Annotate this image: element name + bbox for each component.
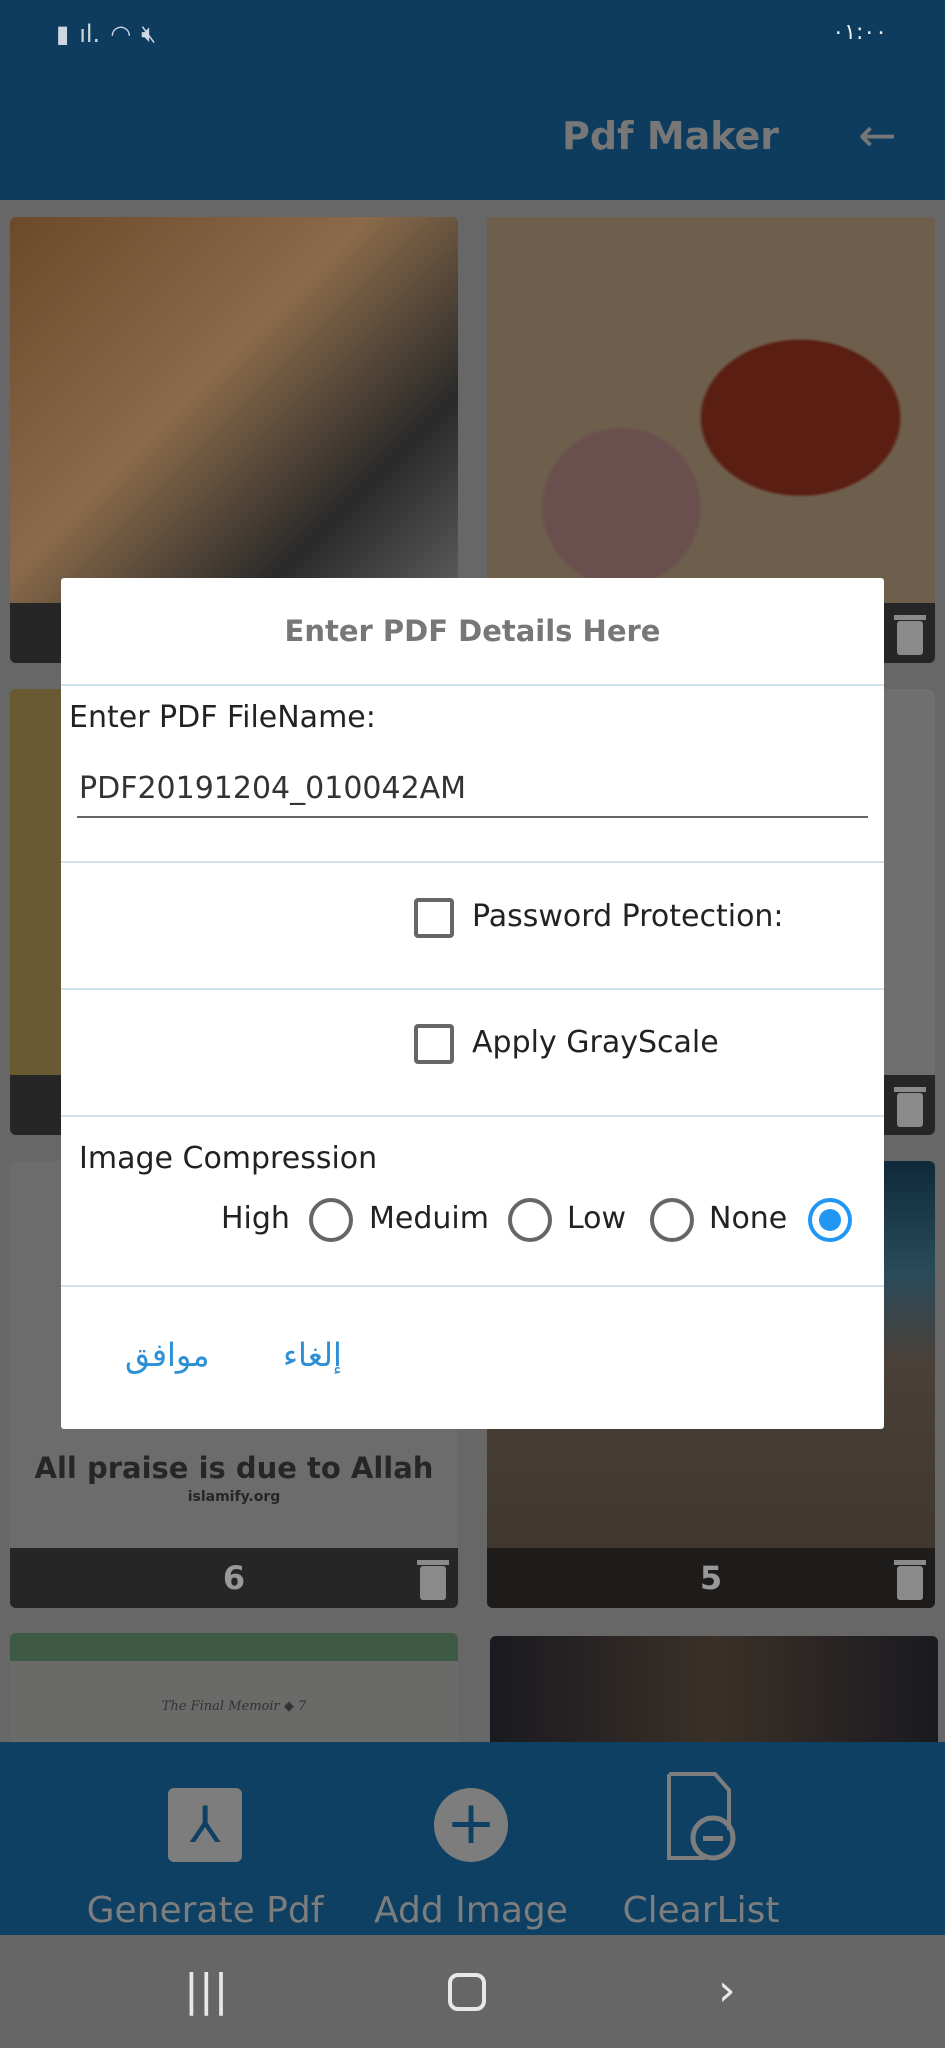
clear-list-label: ClearList — [622, 1890, 780, 1931]
grayscale-checkbox[interactable] — [414, 1024, 454, 1064]
divider — [61, 1115, 884, 1117]
battery-icon: ▮ — [56, 20, 70, 48]
wifi-icon: ◠ — [110, 20, 132, 48]
cancel-button[interactable]: إلغاء — [283, 1336, 342, 1374]
generate-pdf-label: Generate Pdf — [86, 1890, 324, 1931]
card-footer: 5 — [487, 1548, 935, 1608]
trash-icon[interactable] — [893, 611, 929, 657]
option-low-label: Low — [567, 1201, 627, 1236]
card-footer: 6 — [10, 1548, 458, 1608]
page-number: 6 — [222, 1559, 246, 1597]
divider — [61, 988, 884, 990]
pdf-details-dialog: Enter PDF Details Here Enter PDF FileNam… — [61, 578, 884, 1429]
clear-list-button[interactable]: ClearList — [571, 1770, 831, 1931]
signal-icon: ıl. — [79, 20, 101, 48]
dialog-title: Enter PDF Details Here — [284, 614, 661, 648]
clock: ٠١:٠٠ — [832, 20, 887, 45]
arrow-left-icon[interactable]: ← — [858, 108, 897, 162]
pdf-icon: ⅄ — [168, 1788, 242, 1862]
add-image-button[interactable]: + Add Image — [341, 1770, 601, 1931]
filename-input[interactable]: PDF20191204_010042AM — [77, 766, 868, 818]
system-nav-bar: ||| › — [0, 1935, 945, 2048]
filename-label: Enter PDF FileName: — [69, 700, 376, 735]
password-checkbox[interactable] — [414, 898, 454, 938]
file-remove-icon — [667, 1772, 736, 1861]
app-title: Pdf Maker — [562, 114, 780, 158]
page-header-strip — [10, 1633, 458, 1661]
home-icon[interactable] — [448, 1973, 486, 2011]
password-label: Password Protection: — [472, 899, 784, 934]
option-none-label: None — [709, 1201, 788, 1236]
trash-icon[interactable] — [416, 1556, 452, 1602]
add-image-label: Add Image — [374, 1890, 568, 1931]
page-number: 5 — [699, 1559, 723, 1597]
divider — [61, 684, 884, 686]
radio-low[interactable] — [650, 1198, 694, 1242]
image-caption: The Final Memoir ◆ 7 — [161, 1699, 307, 1714]
radio-high[interactable] — [309, 1198, 353, 1242]
ok-button[interactable]: موافق — [125, 1336, 210, 1374]
generate-pdf-button[interactable]: ⅄ Generate Pdf — [75, 1770, 335, 1931]
grayscale-label: Apply GrayScale — [472, 1025, 719, 1060]
trash-icon[interactable] — [893, 1556, 929, 1602]
plus-circle-icon: + — [434, 1788, 508, 1862]
divider — [61, 1285, 884, 1287]
image-caption-sub: islamify.org — [187, 1489, 281, 1505]
recents-icon[interactable]: ||| — [184, 1965, 228, 2016]
option-high-label: High — [221, 1201, 290, 1236]
trash-icon[interactable] — [893, 1083, 929, 1129]
compression-label: Image Compression — [79, 1141, 378, 1176]
radio-none[interactable] — [808, 1198, 852, 1242]
chevron-right-icon[interactable]: › — [718, 1965, 736, 2016]
app-bar: Pdf Maker ← — [0, 78, 945, 200]
image-caption: All praise is due to Allah — [34, 1451, 434, 1485]
option-medium-label: Meduim — [369, 1201, 489, 1236]
bottom-toolbar: ⅄ Generate Pdf + Add Image ClearList — [0, 1742, 945, 1935]
mute-icon: 🔇︎ — [141, 20, 157, 48]
status-bar: ▮ ıl. ◠ 🔇︎ ٠١:٠٠ — [0, 0, 945, 78]
radio-medium[interactable] — [508, 1198, 552, 1242]
divider — [61, 861, 884, 863]
